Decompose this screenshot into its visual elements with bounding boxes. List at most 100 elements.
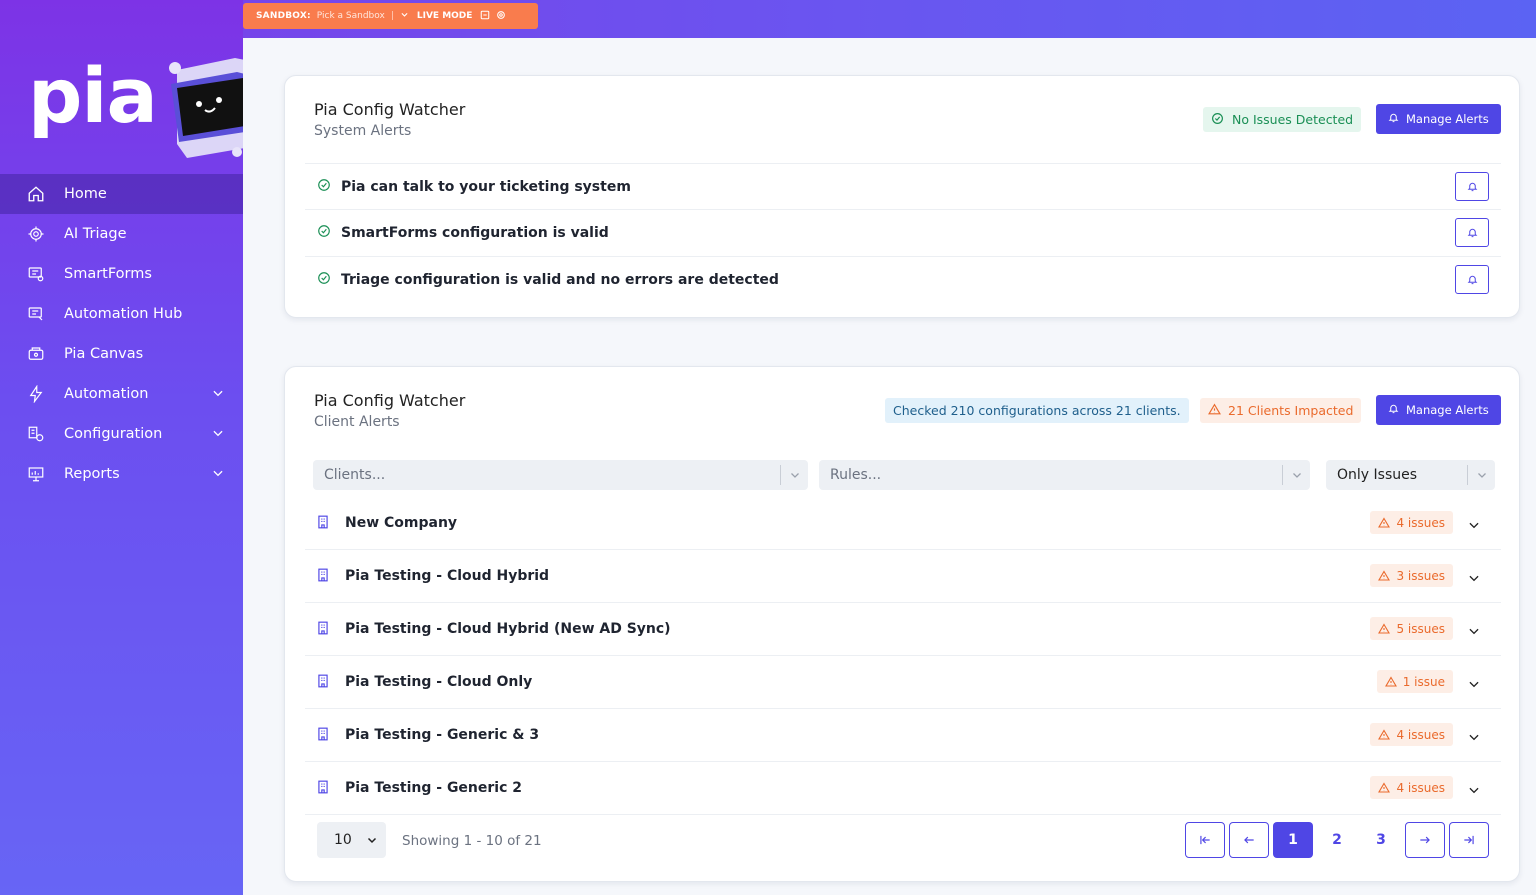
client-row[interactable]: Pia Testing - Cloud Only 1 issue [305, 656, 1501, 709]
sidebar-item-label: Automation [64, 386, 149, 402]
sidebar-item-label: Reports [64, 466, 120, 482]
chevron-down-icon [211, 386, 225, 404]
chevron-down-icon[interactable] [1467, 517, 1481, 536]
page-button-1[interactable]: 1 [1273, 822, 1313, 858]
client-row[interactable]: Pia Testing - Cloud Hybrid (New AD Sync)… [305, 603, 1501, 656]
client-row[interactable]: Pia Testing - Generic & 3 4 issues [305, 709, 1501, 762]
issues-count: 3 issues [1396, 568, 1445, 583]
alert-bell-button[interactable] [1455, 265, 1489, 294]
status-badge: No Issues Detected [1203, 107, 1362, 132]
issues-mode-select[interactable]: Only Issues [1326, 460, 1495, 490]
sidebar-item-reports[interactable]: Reports [0, 454, 243, 494]
next-page-button[interactable] [1405, 822, 1445, 858]
client-alerts-card: Pia Config Watcher Client Alerts Checked… [284, 366, 1520, 882]
warning-icon [1378, 569, 1391, 581]
alert-row: Triage configuration is valid and no err… [305, 256, 1501, 302]
issues-count: 4 issues [1396, 727, 1445, 742]
chevron-down-icon[interactable] [1467, 570, 1481, 589]
warning-icon [1378, 728, 1391, 740]
sidebar: pia Home AI Triage SmartForms Automation… [0, 0, 245, 895]
sidebar-item-pia-canvas[interactable]: Pia Canvas [0, 334, 243, 374]
client-name: New Company [345, 515, 458, 531]
settings-icon[interactable] [496, 10, 506, 23]
card-subtitle: Client Alerts [314, 414, 400, 430]
per-page-value: 10 [334, 832, 352, 848]
select-placeholder: Clients... [324, 467, 386, 483]
alert-text: Pia can talk to your ticketing system [341, 178, 631, 195]
page-button-3[interactable]: 3 [1361, 822, 1401, 858]
sandbox-label: SANDBOX: [256, 11, 311, 21]
form-icon [26, 264, 46, 284]
page-button-2[interactable]: 2 [1317, 822, 1357, 858]
chevron-down-icon [211, 466, 225, 484]
issues-badge: 5 issues [1370, 617, 1453, 640]
client-row[interactable]: Pia Testing - Generic 2 4 issues [305, 762, 1501, 815]
button-label: Manage Alerts [1406, 403, 1489, 417]
warning-icon [1378, 516, 1391, 528]
issues-count: 1 issue [1402, 674, 1445, 689]
building-icon [317, 514, 329, 533]
alert-row: SmartForms configuration is valid [305, 209, 1501, 255]
check-circle-icon [317, 223, 331, 242]
alert-text: SmartForms configuration is valid [341, 224, 609, 241]
bolt-icon [26, 384, 46, 404]
per-page-select[interactable]: 10 [317, 822, 386, 858]
home-icon [26, 184, 46, 204]
prev-page-button[interactable] [1229, 822, 1269, 858]
manage-alerts-button[interactable]: Manage Alerts [1376, 395, 1501, 425]
sidebar-item-home[interactable]: Home [0, 174, 243, 214]
sidebar-item-label: Configuration [64, 426, 163, 442]
status-text: No Issues Detected [1232, 112, 1354, 127]
alert-text: Triage configuration is valid and no err… [341, 271, 779, 288]
client-row[interactable]: Pia Testing - Cloud Hybrid 3 issues [305, 550, 1501, 603]
chevron-down-icon [780, 465, 808, 485]
sidebar-item-smartforms[interactable]: SmartForms [0, 254, 243, 294]
client-name: Pia Testing - Generic & 3 [345, 727, 540, 743]
pia-logo[interactable]: pia [28, 58, 158, 134]
client-row[interactable]: New Company 4 issues [305, 497, 1501, 550]
button-label: Manage Alerts [1406, 112, 1489, 126]
sandbox-bar: SANDBOX: Pick a Sandbox | LIVE MODE [243, 3, 538, 29]
live-mode-label: LIVE MODE [416, 11, 473, 21]
alert-row: Pia can talk to your ticketing system [305, 163, 1501, 209]
alert-bell-button[interactable] [1455, 172, 1489, 201]
chevron-down-icon[interactable] [1467, 623, 1481, 642]
hub-icon [26, 304, 46, 324]
warning-icon [1384, 675, 1397, 687]
chevron-down-icon[interactable] [1467, 676, 1481, 695]
warning-icon [1378, 781, 1391, 793]
issues-count: 5 issues [1396, 621, 1445, 636]
client-name: Pia Testing - Cloud Hybrid (New AD Sync) [345, 621, 671, 637]
chevron-down-icon[interactable] [1467, 729, 1481, 748]
chevron-down-icon[interactable] [400, 10, 409, 22]
issues-count: 4 issues [1396, 515, 1445, 530]
impacted-badge: 21 Clients Impacted [1200, 398, 1362, 423]
building-icon [317, 673, 329, 692]
chevron-down-icon [1282, 465, 1310, 485]
sidebar-item-configuration[interactable]: Configuration [0, 414, 243, 454]
config-icon [26, 424, 46, 444]
first-page-button[interactable] [1185, 822, 1225, 858]
bell-icon [1388, 403, 1399, 417]
select-placeholder: Rules... [830, 467, 882, 483]
client-name: Pia Testing - Generic 2 [345, 780, 523, 796]
check-circle-icon [317, 270, 331, 289]
manage-alerts-button[interactable]: Manage Alerts [1376, 104, 1501, 134]
sidebar-item-label: Pia Canvas [64, 346, 144, 362]
ai-chip-icon [26, 224, 46, 244]
window-icon[interactable] [480, 10, 490, 23]
alert-bell-button[interactable] [1455, 218, 1489, 247]
system-alerts-card: Pia Config Watcher System Alerts No Issu… [284, 75, 1520, 318]
chevron-down-icon[interactable] [1467, 782, 1481, 801]
last-page-button[interactable] [1449, 822, 1489, 858]
sidebar-item-ai-triage[interactable]: AI Triage [0, 214, 243, 254]
sidebar-item-label: SmartForms [64, 266, 152, 282]
card-subtitle: System Alerts [314, 123, 412, 139]
sidebar-item-automation-hub[interactable]: Automation Hub [0, 294, 243, 334]
clients-filter-select[interactable]: Clients... [313, 460, 808, 490]
rules-filter-select[interactable]: Rules... [819, 460, 1310, 490]
warning-icon [1378, 622, 1391, 634]
sidebar-item-automation[interactable]: Automation [0, 374, 243, 414]
sandbox-picker[interactable]: Pick a Sandbox [317, 11, 385, 21]
issues-badge: 4 issues [1370, 776, 1453, 799]
